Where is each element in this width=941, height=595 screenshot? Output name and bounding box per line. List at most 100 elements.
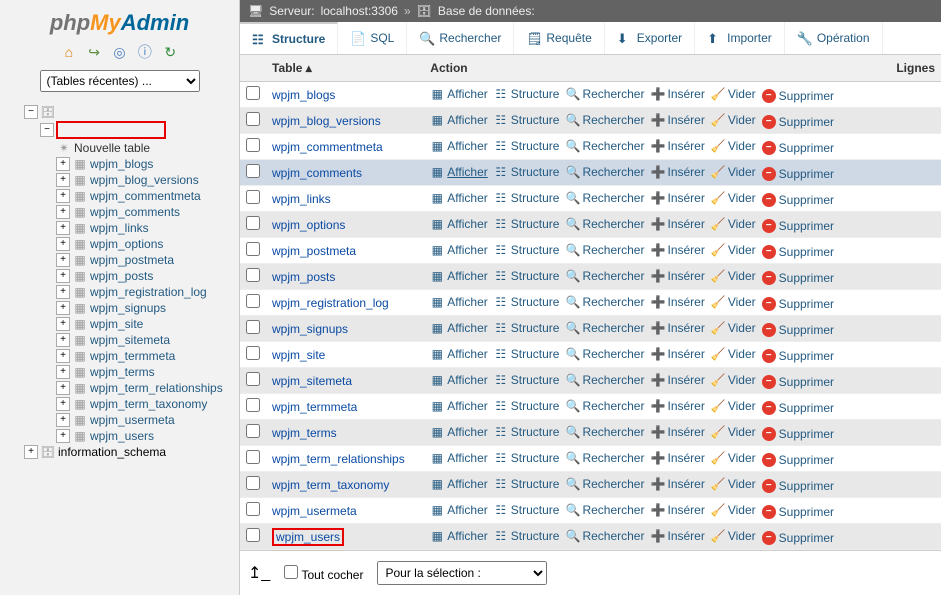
expand-icon[interactable]: + — [56, 285, 70, 299]
expand-icon[interactable]: + — [56, 173, 70, 187]
action-search[interactable]: 🔍Rechercher — [565, 165, 644, 179]
action-search[interactable]: 🔍Rechercher — [565, 477, 644, 491]
action-structure[interactable]: ☷Structure — [494, 87, 560, 101]
action-empty[interactable]: 🧹Vider — [711, 477, 756, 491]
expand-icon[interactable]: + — [56, 413, 70, 427]
row-checkbox[interactable] — [246, 164, 260, 178]
row-checkbox[interactable] — [246, 346, 260, 360]
action-browse[interactable]: ▦Afficher — [430, 399, 487, 413]
row-checkbox[interactable] — [246, 424, 260, 438]
action-browse[interactable]: ▦Afficher — [430, 529, 487, 543]
action-drop[interactable]: −Supprimer — [762, 219, 834, 233]
action-structure[interactable]: ☷Structure — [494, 113, 560, 127]
expand-icon[interactable]: + — [56, 381, 70, 395]
logo[interactable]: phpMyAdmin — [0, 6, 239, 40]
action-browse[interactable]: ▦Afficher — [430, 113, 487, 127]
tree-table-item[interactable]: +▦wpjm_blog_versions — [56, 172, 235, 188]
action-browse[interactable]: ▦Afficher — [430, 451, 487, 465]
tab-structure[interactable]: ☷Structure — [240, 22, 338, 54]
row-checkbox[interactable] — [246, 320, 260, 334]
row-checkbox[interactable] — [246, 294, 260, 308]
db-node[interactable]: − 🗄 — [24, 104, 235, 120]
table-name-link[interactable]: wpjm_links — [272, 192, 331, 206]
action-empty[interactable]: 🧹Vider — [711, 425, 756, 439]
action-search[interactable]: 🔍Rechercher — [565, 451, 644, 465]
tab-sql[interactable]: 📄SQL — [338, 22, 407, 54]
table-name-link[interactable]: wpjm_blogs — [272, 88, 335, 102]
row-checkbox[interactable] — [246, 398, 260, 412]
table-name-link[interactable]: wpjm_registration_log — [272, 296, 389, 310]
action-browse[interactable]: ▦Afficher — [430, 503, 487, 517]
tab-query[interactable]: 🗒Requête — [514, 22, 604, 54]
action-structure[interactable]: ☷Structure — [494, 295, 560, 309]
action-insert[interactable]: ➕Insérer — [650, 425, 704, 439]
row-checkbox[interactable] — [246, 86, 260, 100]
action-structure[interactable]: ☷Structure — [494, 399, 560, 413]
action-search[interactable]: 🔍Rechercher — [565, 87, 644, 101]
action-insert[interactable]: ➕Insérer — [650, 217, 704, 231]
action-empty[interactable]: 🧹Vider — [711, 451, 756, 465]
table-name-link[interactable]: wpjm_sitemeta — [272, 374, 352, 388]
action-structure[interactable]: ☷Structure — [494, 269, 560, 283]
row-checkbox[interactable] — [246, 190, 260, 204]
tree-table-item[interactable]: +▦wpjm_posts — [56, 268, 235, 284]
action-search[interactable]: 🔍Rechercher — [565, 425, 644, 439]
logout-icon[interactable]: ↪ — [86, 44, 102, 60]
expand-icon[interactable]: + — [56, 189, 70, 203]
action-browse[interactable]: ▦Afficher — [430, 347, 487, 361]
action-insert[interactable]: ➕Insérer — [650, 399, 704, 413]
table-name-link[interactable]: wpjm_options — [272, 218, 345, 232]
action-insert[interactable]: ➕Insérer — [650, 295, 704, 309]
action-search[interactable]: 🔍Rechercher — [565, 321, 644, 335]
action-drop[interactable]: −Supprimer — [762, 375, 834, 389]
action-browse[interactable]: ▦Afficher — [430, 139, 487, 153]
home-icon[interactable]: ⌂ — [61, 44, 77, 60]
row-checkbox[interactable] — [246, 372, 260, 386]
action-empty[interactable]: 🧹Vider — [711, 503, 756, 517]
action-drop[interactable]: −Supprimer — [762, 89, 834, 103]
action-browse[interactable]: ▦Afficher — [430, 217, 487, 231]
action-search[interactable]: 🔍Rechercher — [565, 269, 644, 283]
action-empty[interactable]: 🧹Vider — [711, 139, 756, 153]
table-name-link[interactable]: wpjm_commentmeta — [272, 140, 383, 154]
expand-icon[interactable]: + — [56, 157, 70, 171]
action-structure[interactable]: ☷Structure — [494, 191, 560, 205]
action-insert[interactable]: ➕Insérer — [650, 321, 704, 335]
action-insert[interactable]: ➕Insérer — [650, 243, 704, 257]
table-name-link[interactable]: wpjm_term_relationships — [272, 452, 405, 466]
row-checkbox[interactable] — [246, 216, 260, 230]
action-insert[interactable]: ➕Insérer — [650, 451, 704, 465]
action-empty[interactable]: 🧹Vider — [711, 113, 756, 127]
tab-search[interactable]: 🔍Rechercher — [407, 22, 514, 54]
expand-icon[interactable]: + — [56, 333, 70, 347]
action-search[interactable]: 🔍Rechercher — [565, 243, 644, 257]
action-search[interactable]: 🔍Rechercher — [565, 113, 644, 127]
row-checkbox[interactable] — [246, 242, 260, 256]
with-selected-select[interactable]: Pour la sélection : — [377, 561, 547, 585]
action-browse[interactable]: ▦Afficher — [430, 477, 487, 491]
action-structure[interactable]: ☷Structure — [494, 321, 560, 335]
action-empty[interactable]: 🧹Vider — [711, 191, 756, 205]
action-drop[interactable]: −Supprimer — [762, 297, 834, 311]
action-empty[interactable]: 🧹Vider — [711, 87, 756, 101]
check-all[interactable]: Tout cocher — [284, 565, 363, 582]
action-drop[interactable]: −Supprimer — [762, 245, 834, 259]
expand-icon[interactable]: + — [56, 317, 70, 331]
table-name-link[interactable]: wpjm_terms — [272, 426, 337, 440]
table-name-link[interactable]: wpjm_postmeta — [272, 244, 356, 258]
action-drop[interactable]: −Supprimer — [762, 427, 834, 441]
action-drop[interactable]: −Supprimer — [762, 349, 834, 363]
tree-table-item[interactable]: +▦wpjm_signups — [56, 300, 235, 316]
row-checkbox[interactable] — [246, 528, 260, 542]
action-structure[interactable]: ☷Structure — [494, 217, 560, 231]
row-checkbox[interactable] — [246, 450, 260, 464]
expand-icon[interactable]: + — [56, 365, 70, 379]
action-browse[interactable]: ▦Afficher — [430, 373, 487, 387]
expand-icon[interactable]: + — [56, 221, 70, 235]
action-search[interactable]: 🔍Rechercher — [565, 399, 644, 413]
tree-table-item[interactable]: +▦wpjm_blogs — [56, 156, 235, 172]
reload-icon[interactable]: ↻ — [162, 44, 178, 60]
action-drop[interactable]: −Supprimer — [762, 323, 834, 337]
action-insert[interactable]: ➕Insérer — [650, 503, 704, 517]
table-name-link[interactable]: wpjm_posts — [272, 270, 335, 284]
